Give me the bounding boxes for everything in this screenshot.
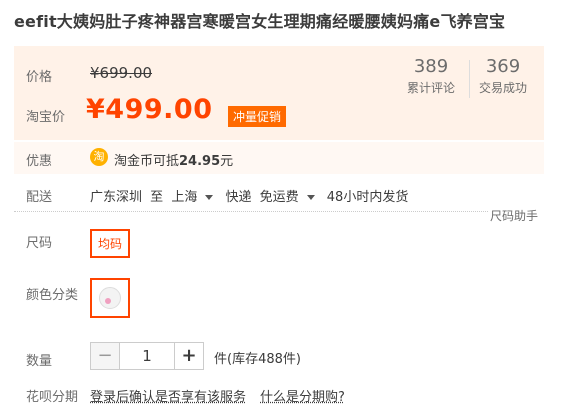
- shipping-label: 配送: [26, 190, 53, 205]
- coupon-text: 淘金币可抵24.95元: [114, 150, 233, 169]
- ship-to-word: 至: [150, 190, 164, 205]
- ship-fee: 免运费: [259, 190, 299, 205]
- coupon-row: 优惠 淘 淘金币可抵24.95元: [14, 142, 544, 174]
- ship-dispatch: 48小时内发货: [326, 190, 409, 205]
- divider: [14, 211, 488, 212]
- size-label: 尺码: [26, 236, 53, 251]
- original-price: ¥699.00: [90, 64, 153, 82]
- ship-from: 广东深圳: [90, 190, 143, 205]
- ship-method-select[interactable]: 快递 免运费: [225, 190, 318, 205]
- increment-button[interactable]: +: [174, 342, 204, 370]
- trades-label: 交易成功: [478, 81, 527, 95]
- ship-destination-select[interactable]: 上海: [171, 190, 217, 205]
- product-thumbnail-icon: [99, 287, 121, 309]
- price-label: 价格: [26, 70, 53, 85]
- coupon-unit: 元: [220, 154, 234, 169]
- installment-label: 花呗分期: [26, 390, 79, 405]
- installment-login-link[interactable]: 登录后确认是否享有该服务: [90, 386, 246, 405]
- size-option-selected[interactable]: 均码: [90, 229, 131, 258]
- pink-dot-icon: [105, 298, 111, 304]
- reviews-count: 389: [413, 56, 449, 77]
- color-swatch-selected[interactable]: [90, 278, 130, 318]
- chevron-down-icon: [205, 195, 214, 200]
- ship-destination: 上海: [171, 190, 198, 205]
- coupon-amount: 24.95: [179, 154, 221, 169]
- taojinbi-coin-icon: 淘: [90, 148, 108, 166]
- reviews-stat[interactable]: 389 累计评论: [396, 56, 466, 96]
- taobao-price: ¥499.00: [86, 94, 213, 125]
- taobao-price-label: 淘宝价: [26, 110, 66, 125]
- shipping-line: 广东深圳 至 上海 快递 免运费 48小时内发货: [90, 186, 412, 205]
- product-title: eefit大姨妈肚子疼神器宫寒暖宫女生理期痛经暖腰姨妈痛e飞养宫宝: [14, 12, 506, 31]
- chevron-down-icon: [306, 195, 315, 200]
- size-helper-link[interactable]: 尺码助手: [490, 207, 538, 224]
- coupon-prefix: 淘金币可抵: [114, 154, 180, 169]
- color-label: 颜色分类: [26, 288, 79, 303]
- quantity-label: 数量: [26, 354, 53, 369]
- price-panel: 价格 ¥699.00 389 累计评论 369 交易成功 淘宝价 ¥499.00…: [14, 46, 544, 140]
- trades-stat: 369 交易成功: [468, 56, 538, 96]
- installment-info-link[interactable]: 什么是分期购?: [260, 386, 345, 405]
- quantity-input[interactable]: [119, 342, 175, 370]
- coupon-label: 优惠: [26, 154, 53, 169]
- decrement-button[interactable]: −: [90, 342, 120, 370]
- ship-method: 快递: [225, 190, 252, 205]
- promo-badge: 冲量促销: [228, 106, 287, 127]
- stock-text: 件(库存488件): [214, 352, 301, 367]
- reviews-label: 累计评论: [406, 81, 455, 95]
- trades-count: 369: [485, 56, 521, 77]
